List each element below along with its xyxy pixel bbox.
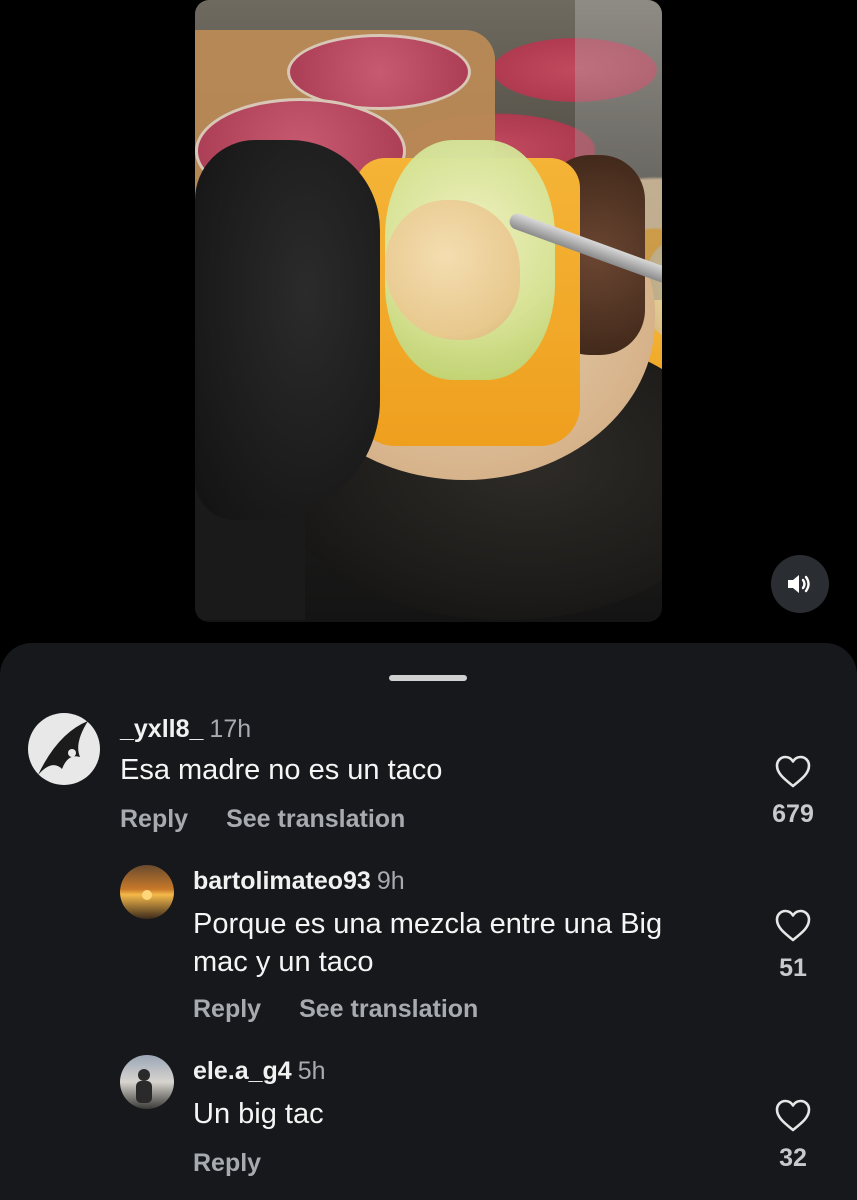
like-count: 679: [772, 800, 814, 828]
video-thumbnail: [195, 0, 662, 622]
comment-meta: bartolimateo93 9h: [193, 867, 405, 896]
like-control: 51: [763, 909, 823, 983]
volume-button[interactable]: [771, 555, 829, 613]
see-translation-button[interactable]: See translation: [226, 805, 405, 833]
speaker-icon: [788, 575, 810, 593]
comment-actions: Reply: [193, 1149, 299, 1178]
like-control: 32: [763, 1099, 823, 1173]
comment-text: Un big tac: [193, 1098, 324, 1130]
avatar[interactable]: [28, 713, 100, 785]
comment-text: Porque es una mezcla entre una Big mac y…: [193, 905, 662, 981]
heart-icon[interactable]: [775, 1099, 811, 1133]
gloved-hand: [195, 140, 380, 520]
comment-meta: ele.a_g4 5h: [193, 1057, 326, 1086]
like-count: 51: [779, 954, 807, 982]
comment-actions: Reply See translation: [193, 995, 516, 1024]
username[interactable]: ele.a_g4: [193, 1057, 292, 1085]
comment-meta: _yxll8_ 17h: [120, 715, 251, 744]
like-count: 32: [779, 1144, 807, 1172]
username[interactable]: _yxll8_: [120, 715, 203, 743]
timestamp: 17h: [209, 715, 252, 743]
username[interactable]: bartolimateo93: [193, 867, 371, 895]
reply-button[interactable]: Reply: [193, 1149, 261, 1177]
comments-sheet: _yxll8_ 17h Esa madre no es un taco Reply…: [0, 643, 857, 1200]
timestamp: 9h: [376, 867, 405, 895]
heart-icon[interactable]: [775, 755, 811, 789]
comment-text-line: mac y un taco: [193, 946, 374, 978]
like-control: 679: [763, 755, 823, 829]
reply-button[interactable]: Reply: [120, 805, 188, 833]
timestamp: 5h: [297, 1057, 326, 1085]
video-area: [0, 0, 857, 645]
video-player[interactable]: [195, 0, 662, 622]
comment-actions: Reply See translation: [120, 805, 443, 834]
heart-icon[interactable]: [775, 909, 811, 943]
see-translation-button[interactable]: See translation: [299, 995, 478, 1023]
reply-button[interactable]: Reply: [193, 995, 261, 1023]
avatar[interactable]: [120, 1055, 174, 1109]
comment-text-line: Porque es una mezcla entre una Big: [193, 908, 663, 940]
drag-handle[interactable]: [389, 675, 467, 681]
comment-text: Esa madre no es un taco: [120, 754, 443, 786]
avatar[interactable]: [120, 865, 174, 919]
